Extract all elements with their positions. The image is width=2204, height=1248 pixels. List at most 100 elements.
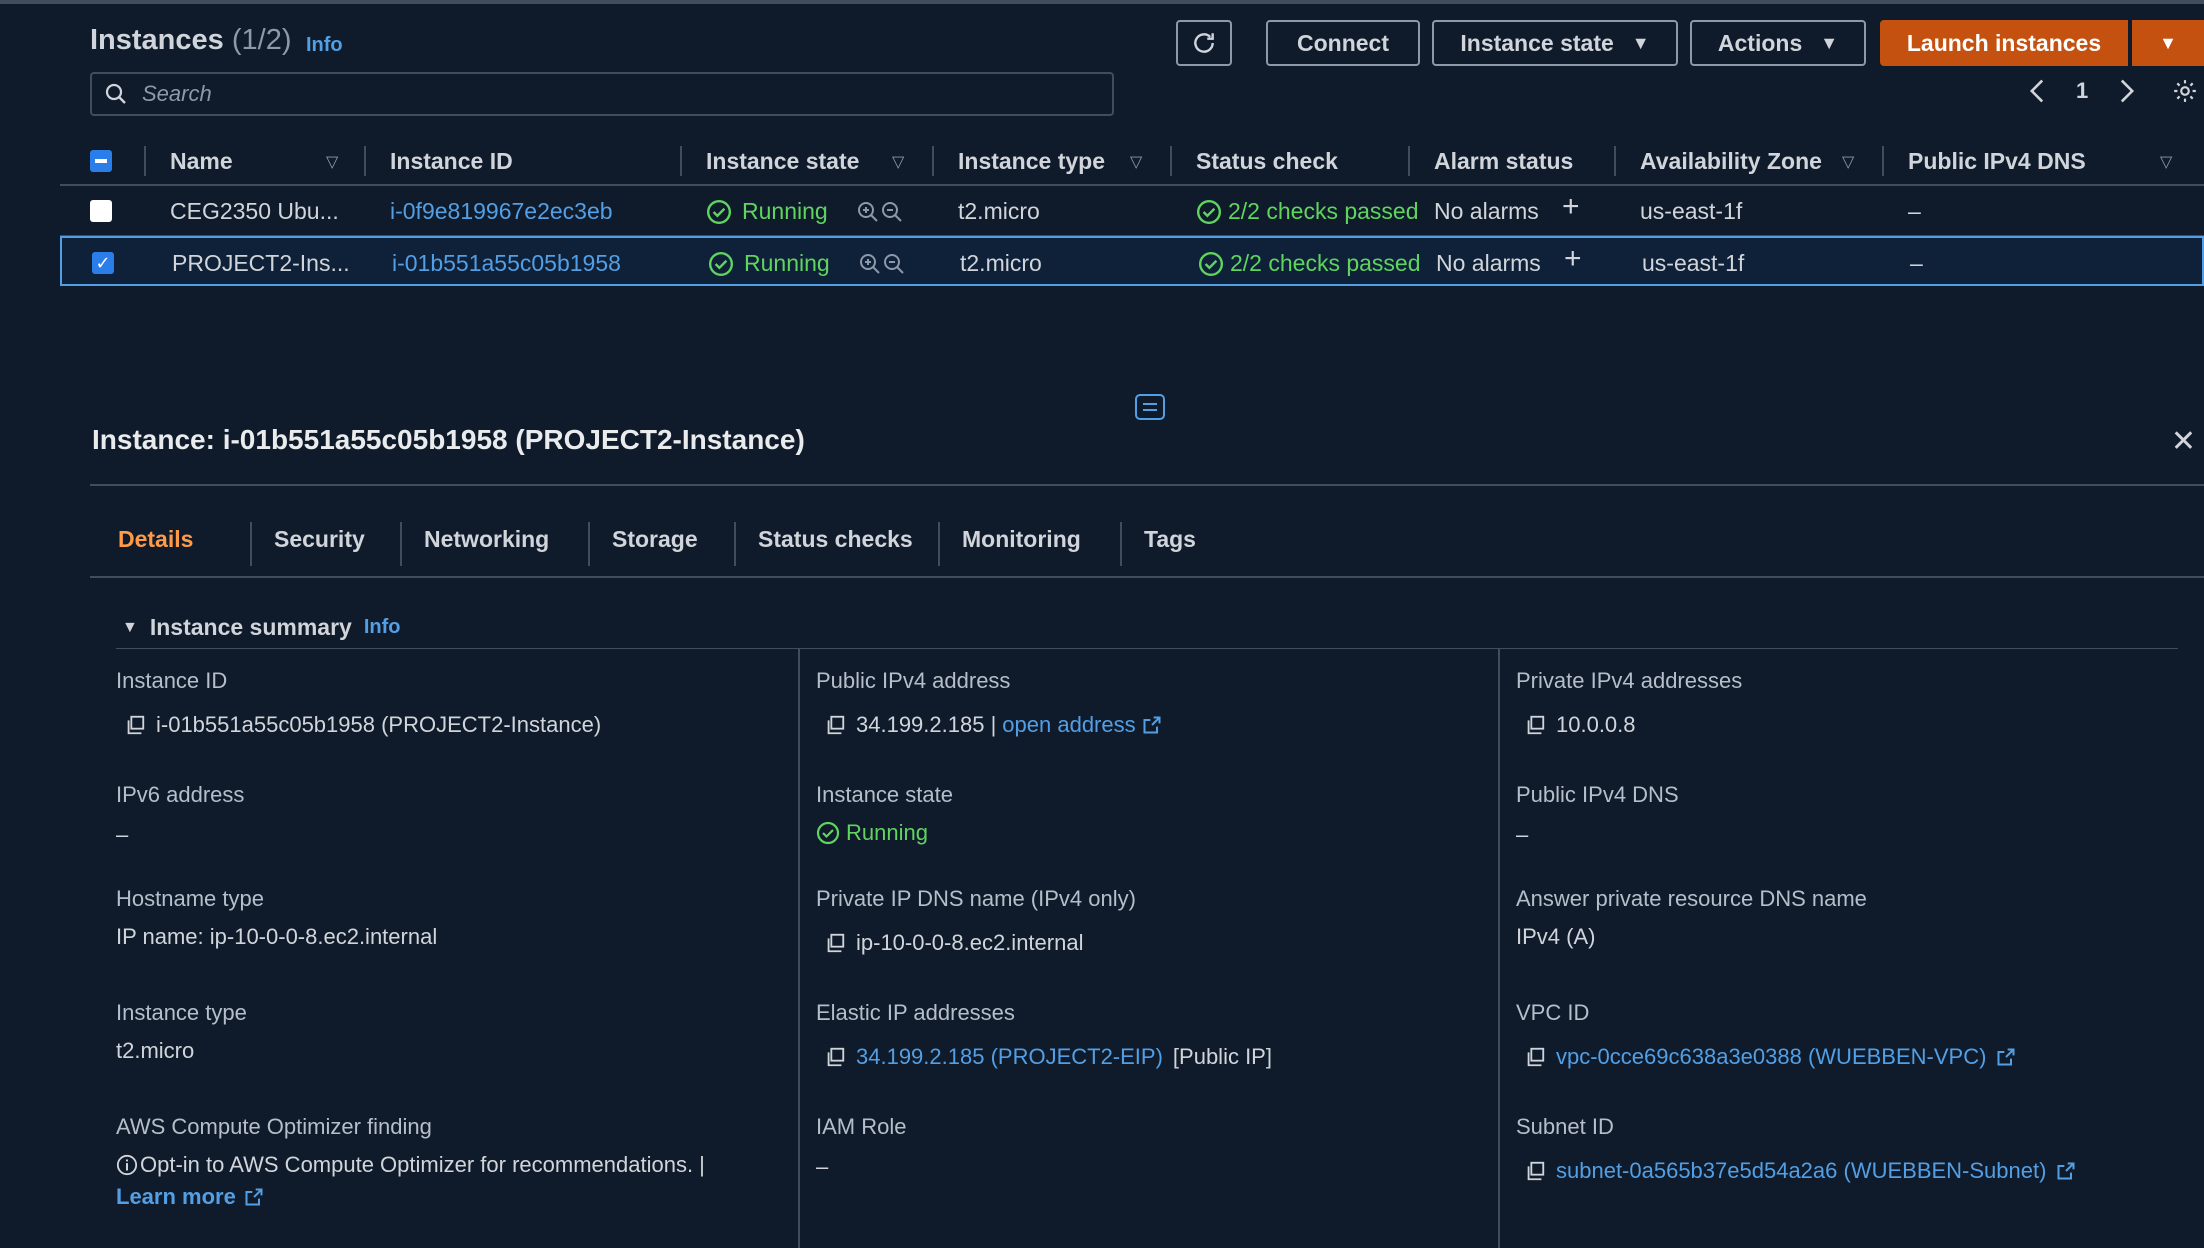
external-link-icon — [245, 1188, 263, 1206]
col-status-check[interactable]: Status check — [1196, 148, 1338, 175]
col-instance-state[interactable]: Instance state — [706, 148, 859, 175]
zoom-out-icon[interactable] — [880, 200, 904, 224]
hostname-label: Hostname type — [116, 886, 264, 911]
subnet-label: Subnet ID — [1516, 1114, 1614, 1139]
col-public-dns[interactable]: Public IPv4 DNS — [1908, 148, 2086, 175]
copy-icon[interactable] — [124, 714, 146, 736]
caret-down-icon: ▼ — [2159, 32, 2177, 53]
zoom-in-icon[interactable] — [856, 200, 880, 224]
learn-more-link[interactable]: Learn more — [116, 1184, 264, 1210]
row-checkbox[interactable]: ✓ — [92, 252, 114, 274]
sort-icon[interactable]: ▽ — [892, 152, 904, 172]
col-name[interactable]: Name — [170, 148, 233, 175]
answer-dns-label: Answer private resource DNS name — [1516, 886, 1867, 911]
column-divider — [1170, 146, 1172, 176]
detail-tabs: Details Security Networking Storage Stat… — [90, 504, 2204, 574]
state-value: Running — [816, 820, 928, 846]
sort-icon[interactable]: ▽ — [1130, 152, 1142, 172]
gear-icon[interactable] — [2172, 78, 2198, 104]
check-circle-icon — [816, 821, 840, 845]
copy-icon[interactable] — [824, 932, 846, 954]
row-instance-id[interactable]: i-01b551a55c05b1958 — [392, 250, 621, 277]
refresh-button[interactable] — [1176, 20, 1232, 66]
eip-label: Elastic IP addresses — [816, 1000, 1015, 1025]
copy-icon[interactable] — [824, 714, 846, 736]
tab-status-checks[interactable]: Status checks — [758, 526, 913, 553]
external-link-icon[interactable] — [1996, 1047, 2016, 1067]
launch-dropdown-button[interactable]: ▼ — [2132, 20, 2204, 66]
tab-tags[interactable]: Tags — [1144, 526, 1196, 553]
instance-summary-header[interactable]: ▼ Instance summary Info — [122, 614, 400, 641]
sort-icon[interactable]: ▽ — [326, 152, 338, 172]
copy-icon[interactable] — [824, 1046, 846, 1068]
status-label: 2/2 checks passed — [1228, 198, 1419, 224]
info-link[interactable]: Info — [306, 34, 343, 57]
row-status: 2/2 checks passed — [1198, 250, 1421, 277]
row-state: Running — [706, 198, 904, 225]
public-ip-label: Public IPv4 address — [816, 668, 1011, 693]
open-address-link[interactable]: open address — [1002, 712, 1135, 738]
summary-title: Instance summary — [149, 614, 352, 640]
tab-storage[interactable]: Storage — [612, 526, 698, 553]
search-placeholder: Search — [142, 81, 212, 106]
column-divider — [932, 146, 934, 176]
copy-icon[interactable] — [1524, 1160, 1546, 1182]
chevron-right-icon[interactable] — [2116, 78, 2138, 104]
close-icon[interactable]: ✕ — [2171, 424, 2196, 459]
zoom-out-icon[interactable] — [882, 252, 906, 276]
copy-icon[interactable] — [1524, 1046, 1546, 1068]
vpc-label: VPC ID — [1516, 1000, 1590, 1025]
col-alarm-status[interactable]: Alarm status — [1434, 148, 1573, 175]
optimizer-text: Opt-in to AWS Compute Optimizer for reco… — [140, 1152, 705, 1177]
instance-detail-panel: Instance: i-01b551a55c05b1958 (PROJECT2-… — [60, 394, 2204, 1248]
table-row[interactable]: CEG2350 Ubu... i-0f9e819967e2ec3eb Runni… — [60, 186, 2204, 236]
add-alarm-icon[interactable]: + — [1562, 190, 1580, 224]
instance-state-label: Instance state — [1460, 29, 1614, 56]
row-instance-id[interactable]: i-0f9e819967e2ec3eb — [390, 198, 613, 225]
tab-divider — [938, 522, 940, 566]
tab-details[interactable]: Details — [118, 526, 193, 553]
private-dns-label: Private IP DNS name (IPv4 only) — [816, 886, 1136, 911]
search-input[interactable]: Search — [90, 72, 1114, 116]
col-instance-id[interactable]: Instance ID — [390, 148, 513, 175]
col-instance-type[interactable]: Instance type — [958, 148, 1105, 175]
vpc-link[interactable]: vpc-0cce69c638a3e0388 (WUEBBEN-VPC) — [1556, 1044, 1986, 1070]
eip-link[interactable]: 34.199.2.185 (PROJECT2-EIP) — [856, 1044, 1163, 1070]
optimizer-label: AWS Compute Optimizer finding — [116, 1114, 432, 1139]
tab-monitoring[interactable]: Monitoring — [962, 526, 1081, 553]
actions-button[interactable]: Actions ▼ — [1690, 20, 1866, 66]
zoom-in-icon[interactable] — [858, 252, 882, 276]
instance-type-label: Instance type — [116, 1000, 247, 1025]
row-az: us-east-1f — [1640, 198, 1743, 224]
table-header: Name ▽ Instance ID Instance state ▽ Inst… — [60, 136, 2204, 186]
copy-icon[interactable] — [1524, 714, 1546, 736]
col-availability-zone[interactable]: Availability Zone — [1640, 148, 1822, 175]
public-ip-text: 34.199.2.185 | — [856, 712, 997, 737]
table-row[interactable]: ✓ PROJECT2-Ins... i-01b551a55c05b1958 Ru… — [60, 236, 2204, 286]
connect-button[interactable]: Connect — [1266, 20, 1420, 66]
row-checkbox[interactable] — [90, 200, 112, 222]
ipv6-label: IPv6 address — [116, 782, 245, 807]
sort-icon[interactable]: ▽ — [1842, 152, 1854, 172]
select-all-checkbox[interactable] — [90, 150, 112, 172]
ipv6-value: – — [116, 822, 129, 847]
tab-networking[interactable]: Networking — [424, 526, 549, 553]
tab-security[interactable]: Security — [274, 526, 365, 553]
public-ip-value: 34.199.2.185 | open address — [824, 712, 1162, 738]
answer-dns-value: IPv4 (A) — [1516, 924, 1596, 949]
external-link-icon[interactable] — [2056, 1161, 2076, 1181]
chevron-left-icon[interactable] — [2026, 78, 2048, 104]
instance-state-button[interactable]: Instance state ▼ — [1432, 20, 1678, 66]
launch-instances-button[interactable]: Launch instances — [1880, 20, 2128, 66]
state-label: Running — [744, 250, 830, 276]
resize-handle-icon[interactable] — [1135, 394, 1165, 420]
subnet-link[interactable]: subnet-0a565b37e5d54a2a6 (WUEBBEN-Subnet… — [1556, 1158, 2046, 1184]
external-link-icon[interactable] — [1142, 715, 1162, 735]
row-name: PROJECT2-Ins... — [172, 250, 350, 276]
eip-suffix: [Public IP] — [1172, 1044, 1272, 1069]
sort-icon[interactable]: ▽ — [2160, 152, 2172, 172]
info-link[interactable]: Info — [364, 616, 401, 639]
title-count: (1/2) — [231, 24, 292, 56]
page-number[interactable]: 1 — [2076, 78, 2088, 104]
add-alarm-icon[interactable]: + — [1564, 242, 1582, 276]
